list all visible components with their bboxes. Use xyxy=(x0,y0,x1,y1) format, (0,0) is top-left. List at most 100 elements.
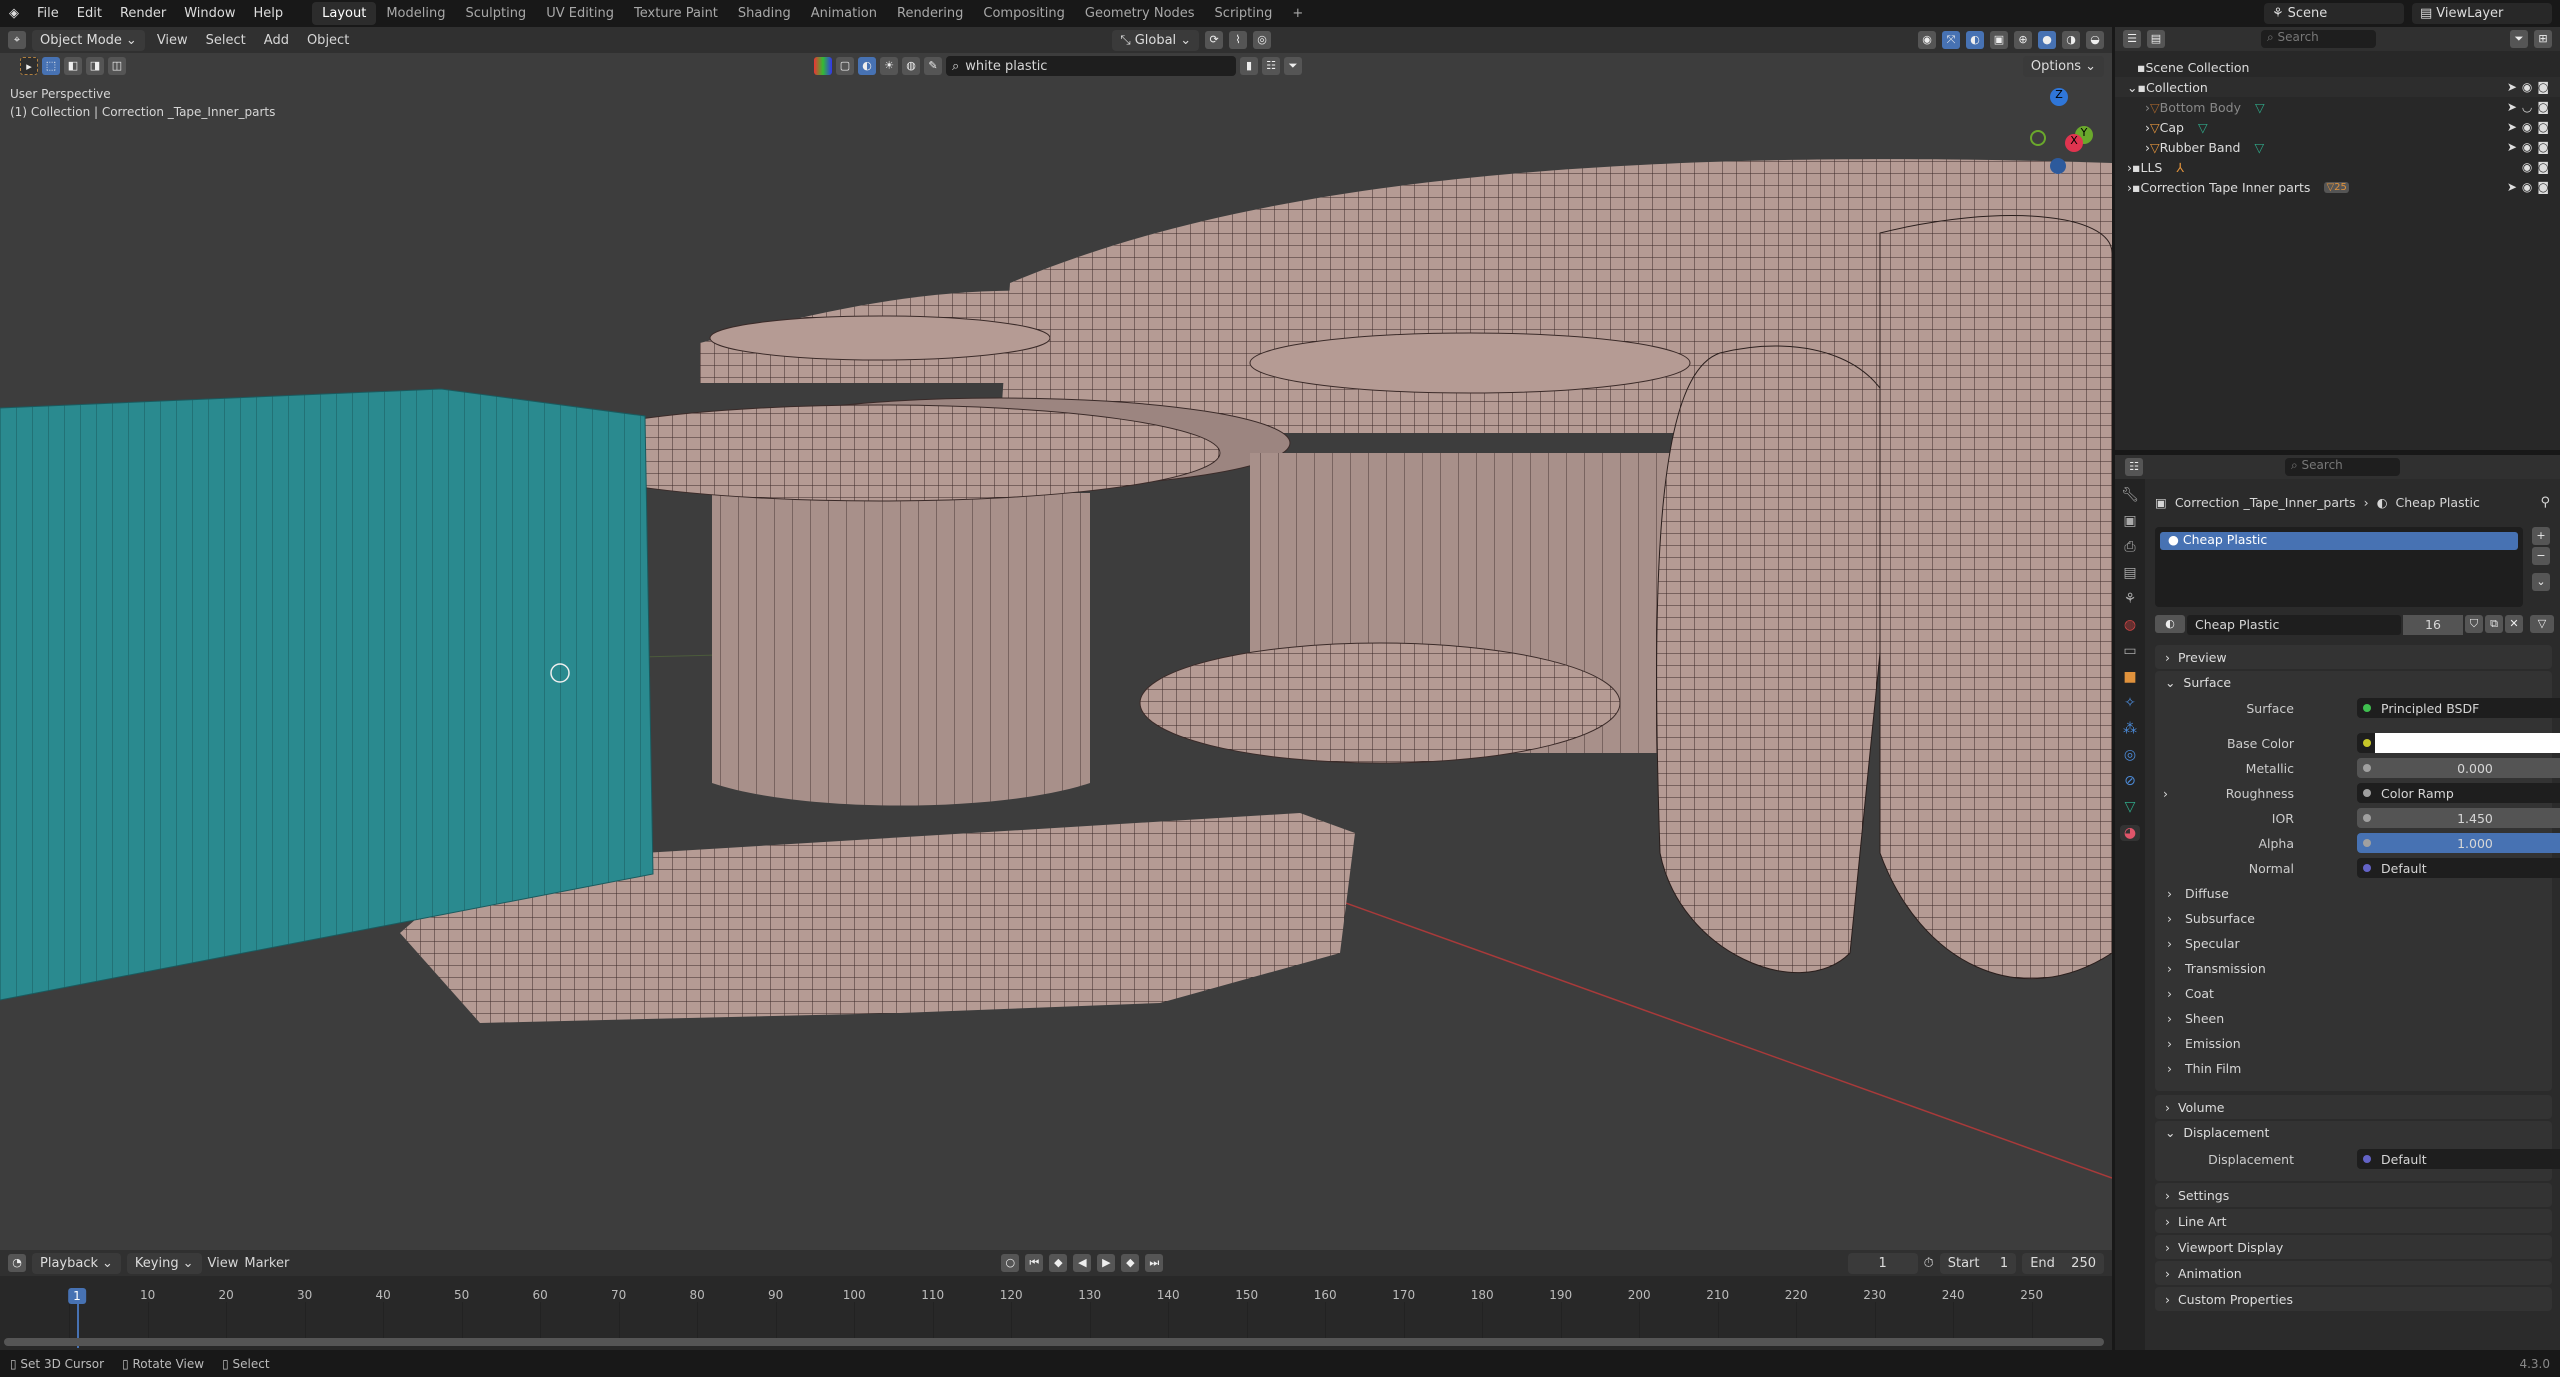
subpanel-coat[interactable]: › Coat xyxy=(2155,983,2552,1005)
constraints-tab-icon[interactable]: ⊘ xyxy=(2124,773,2136,789)
subpanel-subsurface[interactable]: › Subsurface xyxy=(2155,908,2552,930)
slot-menu-button[interactable]: ⌄ xyxy=(2532,573,2550,591)
select-subtract-icon[interactable]: ◨ xyxy=(86,57,104,75)
menu-file[interactable]: File xyxy=(28,6,68,21)
scene-tab-icon[interactable]: ⚘ xyxy=(2124,591,2137,607)
rendered-shading-icon[interactable]: ◒ xyxy=(2086,31,2104,49)
editor-type-icon[interactable]: ☷ xyxy=(2125,458,2143,476)
alpha-field[interactable]: 1.000 xyxy=(2357,833,2560,853)
view-menu[interactable]: View xyxy=(151,33,194,48)
outliner-scene-collection[interactable]: ▪ Scene Collection xyxy=(2115,57,2560,77)
visibility-toggles[interactable]: ➤◡◙ xyxy=(2507,100,2554,114)
browse-material-icon[interactable]: ◐ xyxy=(2155,615,2185,633)
mode-selector[interactable]: Object Mode ⌄ xyxy=(32,29,145,51)
add-workspace-button[interactable]: + xyxy=(1282,2,1313,25)
select-box-icon[interactable]: ⬚ xyxy=(42,57,60,75)
tab-uv-editing[interactable]: UV Editing xyxy=(536,2,624,25)
tool-tab-icon[interactable]: 🔧︎ xyxy=(2121,487,2139,503)
solid-shading-icon[interactable]: ● xyxy=(2038,31,2056,49)
3d-viewport[interactable]: User Perspective (1) Collection | Correc… xyxy=(0,53,2112,1250)
material-slot-item[interactable]: ● Cheap Plastic xyxy=(2160,532,2518,550)
tab-rendering[interactable]: Rendering xyxy=(887,2,973,25)
link-mode-icon[interactable]: ▽ xyxy=(2530,615,2554,633)
select-menu[interactable]: Select xyxy=(200,33,252,48)
visibility-toggles[interactable]: ➤◉◙ xyxy=(2507,120,2554,134)
asset-search-input[interactable]: ⌕ white plastic xyxy=(946,56,1236,76)
overlay-toggle-icon[interactable]: ◐ xyxy=(1966,31,1984,49)
display-mode-icon[interactable]: ☰ xyxy=(2123,30,2141,48)
menu-render[interactable]: Render xyxy=(111,6,175,21)
expand-icon[interactable]: › xyxy=(2163,786,2168,801)
unlink-icon[interactable]: ✕ xyxy=(2505,615,2523,633)
wireframe-shading-icon[interactable]: ⊕ xyxy=(2014,31,2032,49)
subpanel-emission[interactable]: › Emission xyxy=(2155,1033,2552,1055)
remove-slot-button[interactable]: − xyxy=(2532,547,2550,565)
panel-viewport-display[interactable]: › Viewport Display xyxy=(2155,1235,2552,1259)
gizmo-neg-z[interactable] xyxy=(2050,158,2066,174)
output-tab-icon[interactable]: ⎙ xyxy=(2124,539,2135,555)
add-slot-button[interactable]: + xyxy=(2532,527,2550,545)
duplicate-icon[interactable]: ⧉ xyxy=(2485,615,2503,633)
tab-animation[interactable]: Animation xyxy=(801,2,887,25)
timeline-ruler[interactable]: 1 10 20 30 40 50 60 70 80 90 100 110 120 130 140 150 160… xyxy=(0,1250,2112,1350)
panel-volume[interactable]: › Volume xyxy=(2155,1095,2552,1119)
gizmo-toggle-icon[interactable]: ⤧ xyxy=(1942,31,1960,49)
world-tab-icon[interactable]: ◍ xyxy=(2124,617,2136,633)
properties-search-input[interactable]: ⌕ Search xyxy=(2285,458,2400,476)
filter-material-icon[interactable]: ◐ xyxy=(858,57,876,75)
filter-brush-icon[interactable]: ✎ xyxy=(924,57,942,75)
object-menu[interactable]: Object xyxy=(301,33,355,48)
material-users-count[interactable]: 16 xyxy=(2403,615,2463,635)
xray-icon[interactable]: ▣ xyxy=(1990,31,2008,49)
view-layer-icon[interactable]: ▤ xyxy=(2147,30,2165,48)
render-tab-icon[interactable]: ▣ xyxy=(2123,513,2136,529)
scene-selector[interactable]: ⚘ Scene xyxy=(2264,3,2404,24)
tab-compositing[interactable]: Compositing xyxy=(973,2,1075,25)
add-menu[interactable]: Add xyxy=(258,33,295,48)
layout-icon[interactable]: ☷ xyxy=(1262,57,1280,75)
panel-animation[interactable]: › Animation xyxy=(2155,1261,2552,1285)
subpanel-specular[interactable]: › Specular xyxy=(2155,933,2552,955)
snap-icon[interactable]: ⌇ xyxy=(1229,31,1248,49)
outliner-lls[interactable]: › ▪ LLS ⅄ ◉◙ xyxy=(2115,157,2560,177)
options-button[interactable]: Options ⌄ xyxy=(2022,55,2104,77)
physics-tab-icon[interactable]: ◎ xyxy=(2124,747,2136,763)
menu-help[interactable]: Help xyxy=(245,6,293,21)
tab-texture-paint[interactable]: Texture Paint xyxy=(624,2,728,25)
navigation-gizmo[interactable]: Z Y X xyxy=(2020,88,2100,178)
metallic-field[interactable]: 0.000 xyxy=(2357,758,2560,778)
panel-preview[interactable]: › Preview xyxy=(2155,645,2552,669)
data-tab-icon[interactable]: ▽ xyxy=(2125,799,2136,815)
filter-mesh-icon[interactable]: ▢ xyxy=(836,57,854,75)
outliner-bottom-body[interactable]: › ▽ Bottom Body ▽ ➤◡◙ xyxy=(2115,97,2560,117)
tab-scripting[interactable]: Scripting xyxy=(1205,2,1283,25)
view-layer-tab-icon[interactable]: ▤ xyxy=(2123,565,2136,581)
roughness-field[interactable]: Color Ramp xyxy=(2357,783,2560,803)
normal-field[interactable]: Default xyxy=(2357,858,2560,878)
outliner-search-input[interactable]: ⌕ Search xyxy=(2261,30,2376,48)
surface-shader-field[interactable]: Principled BSDF xyxy=(2357,698,2560,718)
tab-shading[interactable]: Shading xyxy=(728,2,801,25)
base-color-swatch[interactable] xyxy=(2375,733,2560,753)
select-intersect-icon[interactable]: ◫ xyxy=(108,57,126,75)
bookmark-icon[interactable]: ▮ xyxy=(1240,57,1258,75)
panel-line-art[interactable]: › Line Art xyxy=(2155,1209,2552,1233)
visibility-icon[interactable]: ◉ xyxy=(1918,31,1936,49)
ior-field[interactable]: 1.450 xyxy=(2357,808,2560,828)
material-name-field[interactable]: Cheap Plastic xyxy=(2187,615,2401,635)
gizmo-neg-y[interactable] xyxy=(2030,130,2046,146)
subpanel-diffuse[interactable]: › Diffuse xyxy=(2155,883,2552,905)
outliner-correction-tape[interactable]: › ▪ Correction Tape Inner parts ▽25 ➤◉◙ xyxy=(2115,177,2560,197)
visibility-toggles[interactable]: ➤◉◙ xyxy=(2507,80,2554,94)
blender-logo-icon[interactable]: ◈ xyxy=(0,6,28,21)
collection-tab-icon[interactable]: ▭ xyxy=(2123,643,2136,659)
visibility-toggles[interactable]: ➤◉◙ xyxy=(2507,140,2554,154)
displacement-field[interactable]: Default xyxy=(2357,1149,2560,1169)
menu-edit[interactable]: Edit xyxy=(68,6,111,21)
subpanel-sheen[interactable]: › Sheen xyxy=(2155,1008,2552,1030)
outliner-collection[interactable]: ⌄ ▪ Collection ➤◉◙ xyxy=(2115,77,2560,97)
panel-custom-properties[interactable]: › Custom Properties xyxy=(2155,1287,2552,1311)
pin-icon[interactable]: ⚲ xyxy=(2540,495,2550,510)
material-tab-icon[interactable]: ◕ xyxy=(2119,825,2141,841)
tab-modeling[interactable]: Modeling xyxy=(376,2,455,25)
